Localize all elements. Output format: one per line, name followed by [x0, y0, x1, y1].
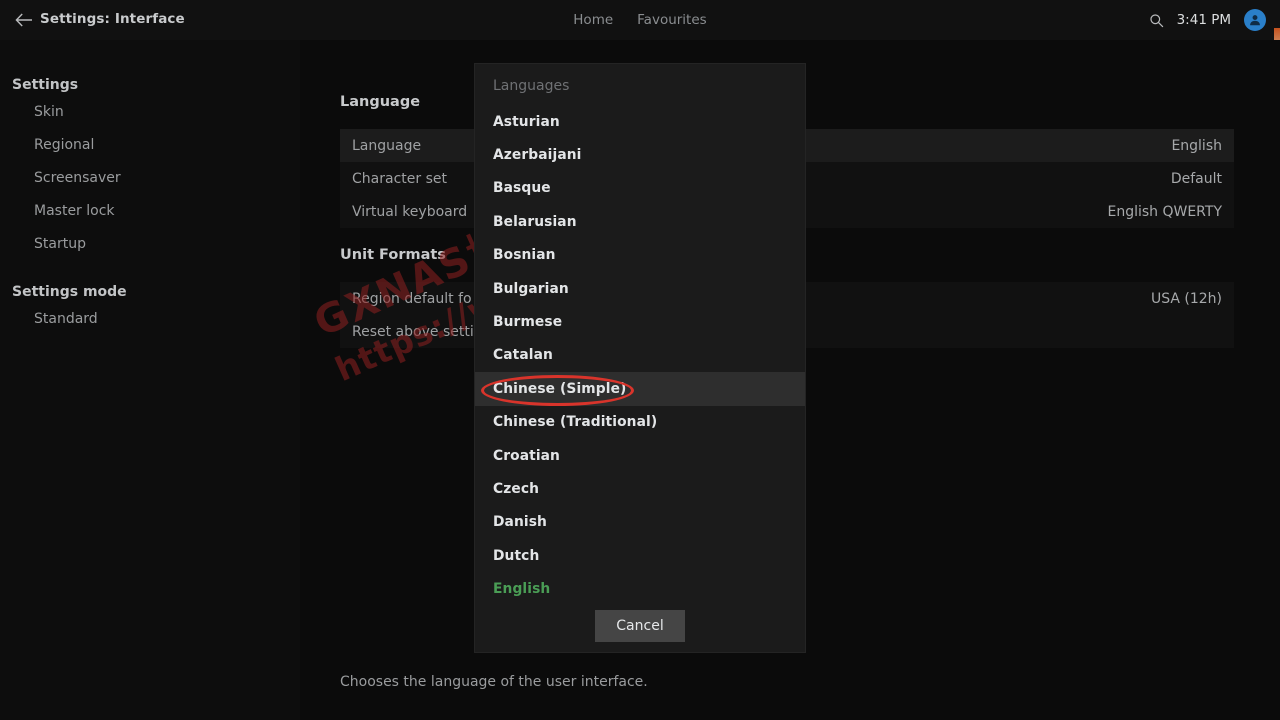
setting-label: Reset above setti: [352, 324, 474, 340]
sidebar: Settings Skin Regional Screensaver Maste…: [0, 40, 300, 720]
nav-item-favourites[interactable]: Favourites: [632, 9, 712, 31]
language-option-basque[interactable]: Basque: [475, 172, 805, 205]
setting-value: English QWERTY: [1107, 204, 1222, 220]
language-option-bulgarian[interactable]: Bulgarian: [475, 272, 805, 305]
dialog-footer: Cancel: [475, 610, 805, 642]
language-option-croatian[interactable]: Croatian: [475, 439, 805, 472]
sidebar-item-startup[interactable]: Startup: [0, 228, 300, 261]
top-bar-right: 3:41 PM: [1149, 0, 1266, 40]
sidebar-section-settings: Settings Skin Regional Screensaver Maste…: [0, 74, 300, 261]
user-avatar-icon[interactable]: [1244, 9, 1266, 31]
clock-label: 3:41 PM: [1177, 12, 1231, 28]
language-option-english[interactable]: English: [475, 572, 805, 605]
section-title-unit-formats: Unit Formats: [340, 247, 446, 263]
language-option-dutch[interactable]: Dutch: [475, 539, 805, 572]
nav-item-home[interactable]: Home: [568, 9, 618, 31]
language-option-chinese-traditional[interactable]: Chinese (Traditional): [475, 406, 805, 439]
language-option-catalan[interactable]: Catalan: [475, 339, 805, 372]
language-option-belarusian[interactable]: Belarusian: [475, 205, 805, 238]
top-bar: Settings: Interface Home Favourites 3:41…: [0, 0, 1280, 40]
sidebar-heading-settings: Settings: [0, 74, 300, 96]
setting-label: Language: [352, 138, 421, 154]
language-option-azerbaijani[interactable]: Azerbaijani: [475, 138, 805, 171]
search-icon[interactable]: [1149, 13, 1164, 28]
settings-interface-screen: Settings: Interface Home Favourites 3:41…: [0, 0, 1280, 720]
setting-label: Region default fo: [352, 291, 472, 307]
section-title-language: Language: [340, 94, 420, 110]
setting-value: English: [1171, 138, 1222, 154]
dialog-title: Languages: [493, 78, 569, 94]
language-option-burmese[interactable]: Burmese: [475, 305, 805, 338]
setting-label: Virtual keyboard: [352, 204, 467, 220]
setting-value: Default: [1171, 171, 1222, 187]
language-option-czech[interactable]: Czech: [475, 472, 805, 505]
sidebar-item-screensaver[interactable]: Screensaver: [0, 162, 300, 195]
setting-value: USA (12h): [1151, 291, 1222, 307]
sidebar-item-skin[interactable]: Skin: [0, 96, 300, 129]
cancel-button[interactable]: Cancel: [595, 610, 684, 642]
language-selection-dialog: Languages Asturian Azerbaijani Basque Be…: [475, 64, 805, 652]
top-nav: Home Favourites: [0, 0, 1280, 40]
sidebar-item-regional[interactable]: Regional: [0, 129, 300, 162]
language-list[interactable]: Asturian Azerbaijani Basque Belarusian B…: [475, 105, 805, 606]
language-option-asturian[interactable]: Asturian: [475, 105, 805, 138]
language-option-chinese-simple[interactable]: Chinese (Simple): [475, 372, 805, 405]
sidebar-heading-settings-mode: Settings mode: [0, 281, 300, 303]
language-option-bosnian[interactable]: Bosnian: [475, 239, 805, 272]
sidebar-item-master-lock[interactable]: Master lock: [0, 195, 300, 228]
sidebar-item-standard[interactable]: Standard: [0, 303, 300, 336]
setting-description: Chooses the language of the user interfa…: [340, 674, 648, 690]
setting-label: Character set: [352, 171, 447, 187]
language-option-danish[interactable]: Danish: [475, 506, 805, 539]
sidebar-section-settings-mode: Settings mode Standard: [0, 281, 300, 336]
